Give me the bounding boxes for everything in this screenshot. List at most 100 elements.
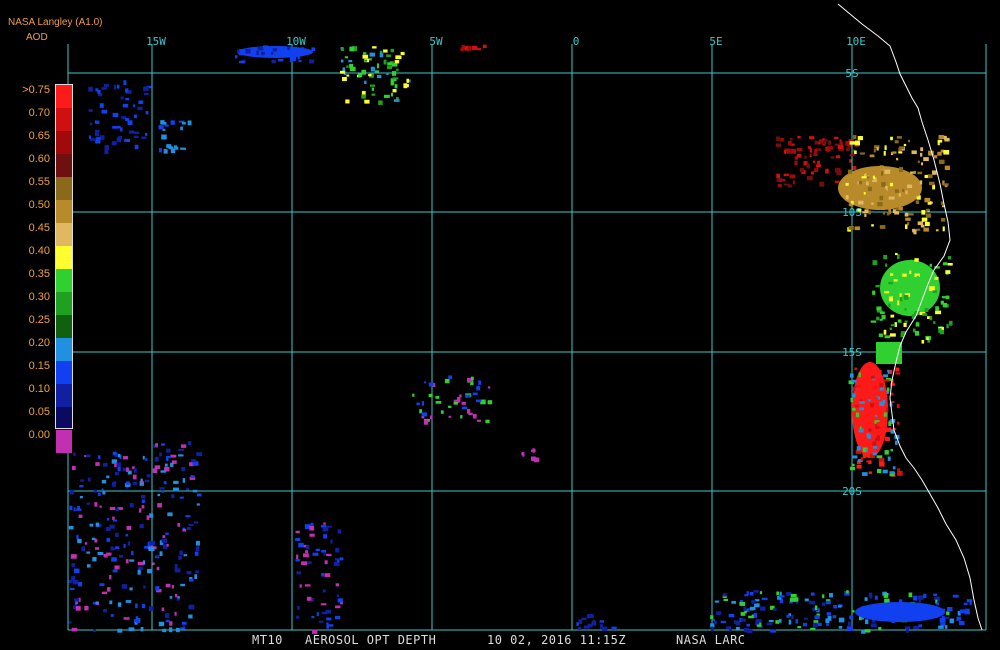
aod-patch-coast-tan: [926, 208, 930, 212]
aod-patch-sw-cluster: [161, 607, 165, 611]
aod-patch-coast-green: [897, 300, 900, 306]
aod-patch-coast-tan: [858, 200, 864, 205]
aod-patch-coast-red-south: [878, 370, 882, 374]
aod-patch-sw-cluster: [165, 583, 171, 588]
aod-patch-left-blue: [125, 89, 128, 93]
aod-patch-top-green: [349, 46, 355, 52]
aod-patch-coast-tan: [873, 148, 876, 153]
aod-patch-bottom-band: [952, 594, 959, 598]
aod-patch-coast-green: [879, 311, 885, 315]
aod-patch-sw-cluster: [152, 468, 158, 473]
aod-patch-mid-magenta: [424, 381, 427, 384]
aod-patch-left-blue: [128, 130, 135, 134]
aod-patch-sw-cluster: [182, 625, 186, 628]
footer-datetime: 10 02, 2016 11:15Z: [487, 633, 627, 647]
aod-patch-sw-cluster: [112, 451, 117, 456]
aod-patch-coast-tan: [881, 188, 887, 193]
aod-patch-bottom-band: [817, 622, 822, 627]
aod-patch-sw-cluster: [175, 627, 180, 633]
aod-patch-coast-red: [815, 164, 822, 168]
aod-patch-coast-green: [920, 292, 923, 298]
aod-patch-sw-cluster: [95, 462, 100, 466]
aod-patch-south-blue: [321, 611, 328, 615]
aod-patch-left-blue: [133, 104, 136, 108]
aod-patch-sw-cluster: [106, 518, 110, 521]
aod-patch-sw-cluster: [135, 603, 138, 609]
aod-patch-mid-magenta: [470, 376, 474, 381]
aod-patch-left-blue: [97, 89, 101, 94]
aod-patch-coast-green: [897, 319, 902, 323]
aod-patch-sw-cluster: [74, 598, 80, 602]
aod-patch-coast-tan: [854, 140, 861, 146]
aod-patch-sw-cluster: [106, 475, 110, 479]
aod-patch-sw-cluster: [195, 546, 200, 552]
aod-patch-coast-tan: [944, 165, 950, 171]
aod-patch-coast-green: [875, 285, 880, 288]
aod-patch-coast-tan: [904, 212, 909, 217]
aod-patch-coast-tan: [884, 169, 891, 174]
aod-patch-sw-cluster: [149, 540, 156, 546]
aod-patch-coast-red-south: [872, 452, 877, 456]
aod-patch-coast-tan: [916, 193, 919, 197]
aod-patch-south-blue: [296, 615, 300, 619]
aod-patch-coast-green: [899, 293, 902, 297]
aod-patch-south-blue: [324, 573, 331, 577]
lon-label-15W: 15W: [146, 35, 166, 48]
aod-patch-left-blue: [101, 109, 108, 114]
aod-patch-left-blue: [94, 120, 100, 124]
aod-patch-coast-red-south: [868, 428, 872, 432]
legend-label: 0.15: [28, 360, 50, 372]
aod-patch-bottom-band: [878, 626, 882, 630]
aod-patch-sw-cluster: [89, 523, 94, 527]
aod-patch-coast-tan: [917, 160, 920, 164]
aod-patch-top-blue: [279, 46, 283, 50]
aod-patch-coast-red-south: [876, 421, 881, 427]
aod-patch-sw-cluster: [138, 508, 142, 513]
aod-patch-coast-tan: [915, 200, 920, 204]
aod-patch-top-green: [390, 80, 395, 86]
aod-patch-bottom-band: [587, 623, 593, 628]
aod-patch-coast-red-south: [851, 393, 856, 398]
legend-label: 0.30: [28, 291, 50, 303]
aod-patch-coast-red-south: [866, 445, 871, 448]
aod-patch-coast-tan: [857, 136, 863, 141]
aod-patch-coast-green: [947, 263, 953, 266]
aod-patch-sw-cluster: [125, 600, 132, 603]
legend-label: 0.70: [28, 107, 50, 119]
aod-patch-coast-tan: [858, 181, 862, 185]
aod-patch-left-blue: [158, 148, 162, 153]
aod-patch-sw-cluster: [77, 582, 83, 587]
aod-patch-sw-cluster: [102, 463, 108, 467]
aod-patch-coast-green: [888, 296, 894, 302]
aod-patch-left-blue: [116, 125, 121, 129]
aod-patch-coast-red: [826, 147, 830, 153]
aod-patch-coast-green: [896, 262, 900, 266]
aod-patch-south-blue: [315, 548, 321, 552]
aod-patch-mid-magenta: [465, 394, 471, 398]
aod-patch-sw-cluster: [180, 444, 187, 448]
aod-patch-bottom-band: [790, 593, 797, 598]
aod-patch-coast-tan: [886, 211, 890, 216]
aod-patch-bottom-band: [855, 602, 945, 622]
aod-patch-bottom-band: [711, 626, 714, 632]
aod-patch-coast-tan: [845, 195, 849, 200]
aod-patch-coast-red: [827, 140, 832, 145]
aod-patch-top-green: [391, 71, 397, 76]
aod-patch-coast-red-south: [889, 471, 895, 474]
aod-patch-coast-tan: [847, 169, 853, 174]
aod-patch-left-blue: [182, 122, 186, 125]
aod-patch-south-blue: [335, 605, 341, 609]
aod-patch-coast-green: [890, 273, 894, 276]
aod-patch-coast-red-south: [856, 446, 861, 451]
aod-patch-sw-cluster: [135, 618, 140, 623]
footer-producer: NASA LARC: [676, 633, 746, 647]
aod-patch-coast-red-south: [872, 398, 876, 402]
aod-patch-mid-magenta: [423, 419, 429, 425]
aod-patch-sw-cluster: [72, 579, 79, 585]
aod-patch-sw-cluster: [195, 570, 199, 574]
aod-patch-south-blue: [323, 534, 328, 539]
aod-patch-sw-cluster: [140, 478, 143, 482]
aod-patch-coast-red-south: [852, 407, 856, 411]
aod-patch-sw-cluster: [146, 474, 151, 478]
aod-patch-sw-cluster: [137, 569, 141, 575]
